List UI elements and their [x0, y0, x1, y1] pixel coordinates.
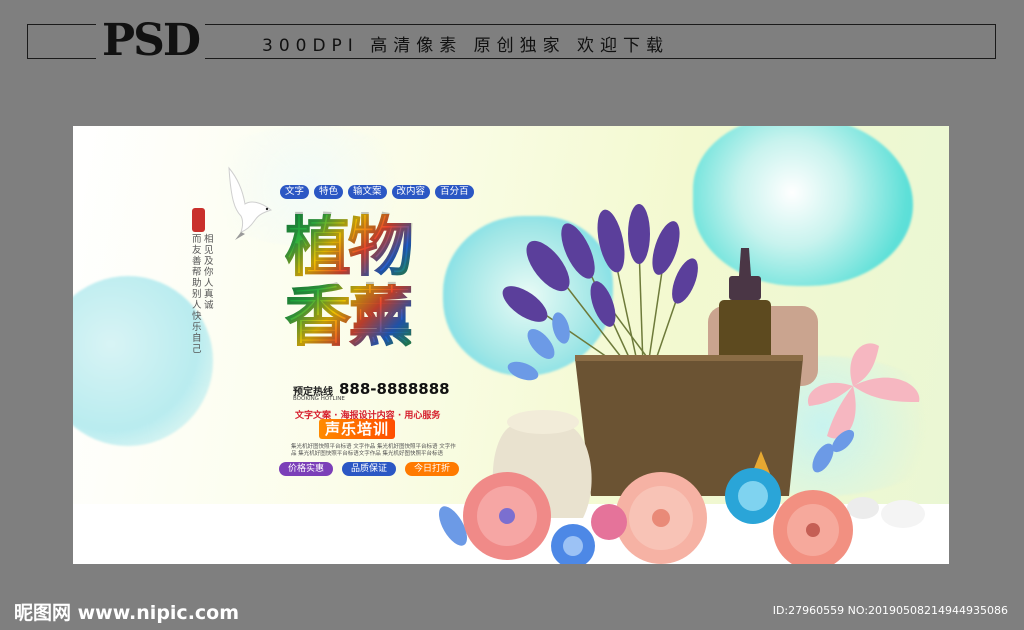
flower-icon [463, 472, 551, 560]
flower-icon [551, 524, 595, 564]
pill: 品质保证 [342, 462, 397, 476]
watermark-id: ID:27960559 NO:20190508214944935086 [772, 604, 1008, 617]
pill: 价格实惠 [279, 462, 334, 476]
stone [847, 497, 879, 519]
poster-title-line1: 植物 [285, 208, 415, 285]
flower-icon [591, 504, 627, 540]
dove-icon [228, 166, 273, 240]
flower-icon [725, 468, 781, 524]
tag: 特色 [314, 185, 344, 199]
red-seal-stamp [192, 208, 205, 232]
flower-icon [615, 472, 707, 564]
tag: 文字 [280, 185, 310, 199]
header-tagline: 300DPI 高清像素 原创独家 欢迎下载 [262, 36, 670, 56]
psd-logo: PSD [96, 16, 206, 66]
poster-title-line2: 香薰 [285, 278, 415, 355]
lily-flower-icon [807, 343, 920, 439]
vertical-text-2: 而友善帮助别人快乐自己 [192, 234, 202, 355]
poster-image: 相见及你人真诚 而友善帮助别人快乐自己 文字 特色 输文案 改内容 百分百 植物… [73, 126, 949, 564]
hotline-sub: BOOKING HOTLINE [293, 396, 345, 402]
vertical-text-1: 相见及你人真诚 [204, 234, 214, 311]
flower-icon [773, 490, 853, 564]
orange-badge: 声乐培训 [319, 419, 396, 439]
watermark-site: 昵图网 www.nipic.com [14, 602, 240, 624]
product-art [439, 204, 925, 564]
stone [881, 500, 925, 528]
tag: 输文案 [348, 185, 387, 199]
